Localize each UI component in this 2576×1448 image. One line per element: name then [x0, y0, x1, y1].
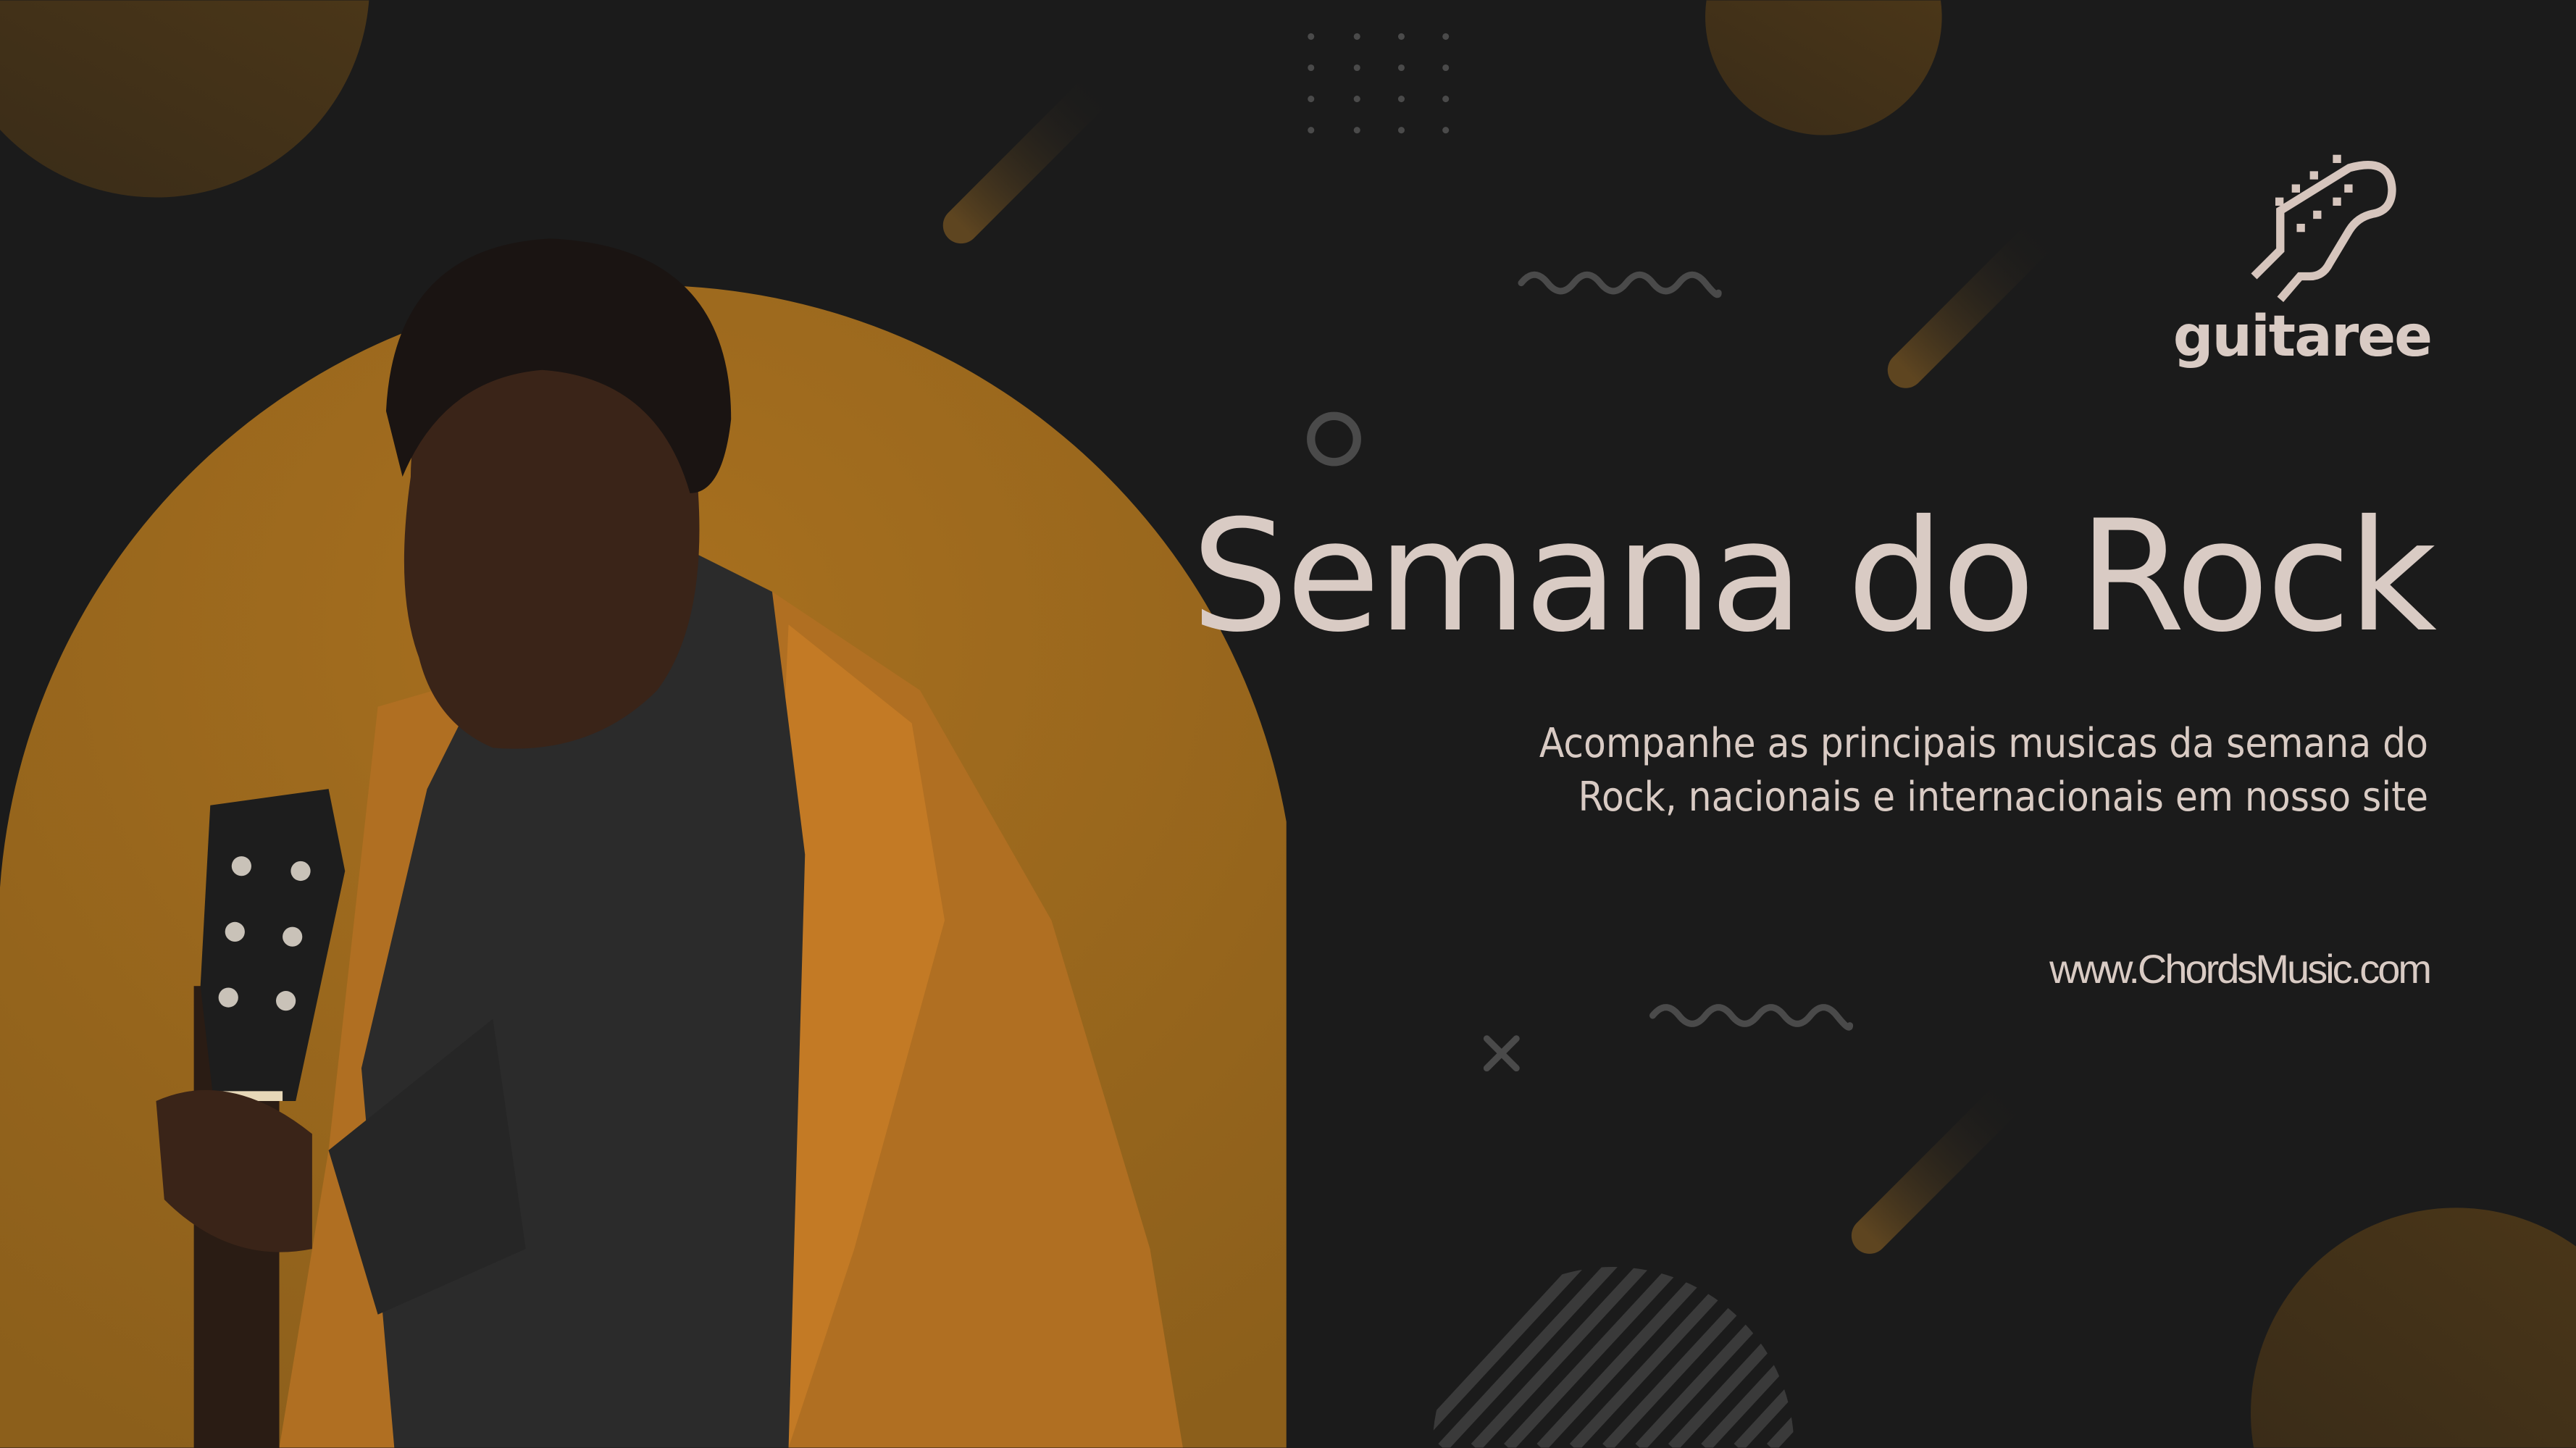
decor-striped-semicircle [1432, 1267, 1794, 1448]
decor-x-mark [1483, 1035, 1520, 1072]
decor-ring [1307, 411, 1361, 466]
description-line: Rock, nacionais e internacionais em noss… [1578, 774, 2428, 821]
logo-wordmark: guitaree [2173, 304, 2433, 369]
description: Acompanhe as principais musicas da seman… [1539, 717, 2428, 824]
decor-circle-top-left [0, 0, 369, 198]
banner: guitaree Semana do Rock Acompanhe as pri… [0, 0, 2576, 1448]
decor-dot-grid [1308, 33, 1450, 134]
headline: Semana do Rock [1191, 487, 2437, 666]
decor-circle-top [1705, 0, 1942, 135]
decor-circle-bottom-right [2251, 1208, 2576, 1448]
guitar-headstock-icon [2251, 161, 2396, 302]
website-link[interactable]: www.ChordsMusic.com [2049, 945, 2432, 992]
description-line: Acompanhe as principais musicas da seman… [1539, 720, 2428, 767]
